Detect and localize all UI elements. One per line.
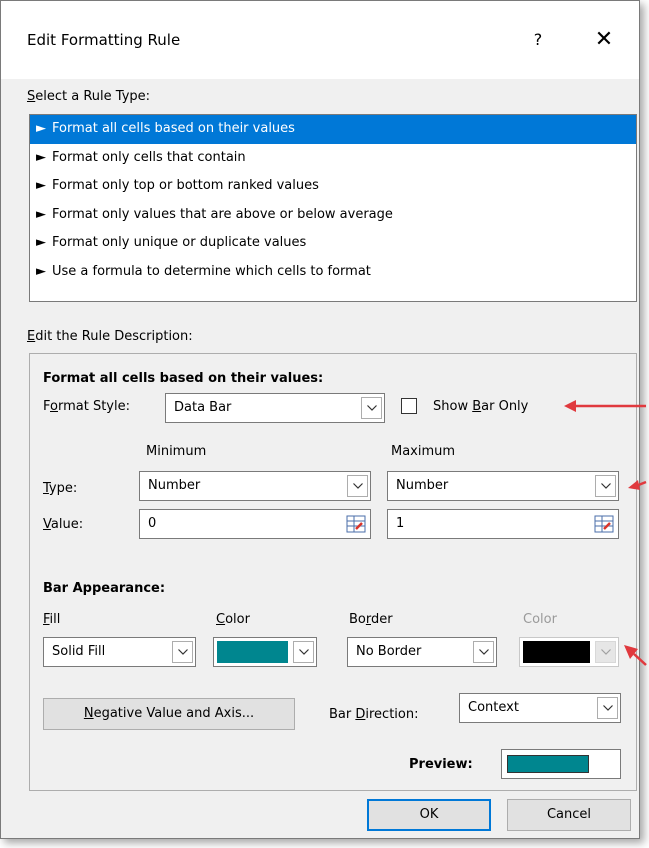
maximum-header: Maximum [391,444,456,459]
annotation-arrow-type [628,480,647,490]
fill-color-label: Color [216,612,250,627]
value-label: Value: [43,517,84,532]
show-bar-only-label[interactable]: Show Bar Only [433,399,528,414]
type-label: Type: [43,481,78,496]
border-type-select[interactable]: No Border [347,637,497,667]
rule-type-item[interactable]: ► Format only values that are above or be… [30,201,636,230]
rule-type-item[interactable]: ► Format only unique or duplicate values [30,229,636,258]
rule-type-item[interactable]: ► Use a formula to determine which cells … [30,258,636,287]
format-style-select[interactable]: Data Bar [165,393,385,423]
border-label: Border [349,612,393,627]
range-picker-icon[interactable] [346,515,366,533]
negative-value-and-axis-button[interactable]: Negative Value and Axis... [43,698,295,730]
select-rule-type-label: Select a Rule Type: [27,89,151,104]
rule-type-list[interactable]: ► Format all cells based on their values … [29,114,637,302]
close-button[interactable]: ✕ [587,23,621,57]
bar-direction-label: Bar Direction: [329,707,419,722]
chevron-down-icon[interactable] [473,641,494,663]
rule-type-item[interactable]: ► Format only cells that contain [30,144,636,173]
description-heading: Format all cells based on their values: [43,371,324,386]
show-bar-only-checkbox[interactable] [401,398,417,414]
fill-label: Fill [43,612,61,627]
fill-color-picker[interactable] [213,637,317,667]
fill-type-select[interactable]: Solid Fill [43,637,196,667]
title-bar: Edit Formatting Rule ? ✕ [1,1,639,79]
ok-button[interactable]: OK [367,799,491,831]
cancel-button[interactable]: Cancel [507,799,631,831]
format-style-label: Format Style: [43,399,130,414]
chevron-down-icon[interactable] [293,641,314,663]
minimum-value-input[interactable]: 0 [139,509,371,539]
minimum-header: Minimum [146,444,207,459]
rule-type-item[interactable]: ► Format all cells based on their values [30,115,636,144]
arrow-bullet-icon: ► [36,178,46,193]
edit-formatting-rule-dialog: Edit Formatting Rule ? ✕ Select a Rule T… [0,0,640,839]
chevron-down-icon[interactable] [347,475,368,497]
annotation-arrows [564,400,647,666]
annotation-arrow-border-color [624,645,647,666]
arrow-bullet-icon: ► [36,149,46,165]
edit-rule-description-label: Edit the Rule Description: [27,329,193,344]
arrow-bullet-icon: ► [36,263,46,279]
annotation-arrow-show-bar-only [564,400,646,412]
bar-appearance-heading: Bar Appearance: [43,581,166,596]
help-button[interactable]: ? [523,25,553,55]
dialog-title: Edit Formatting Rule [27,31,181,49]
arrow-bullet-icon: ► [36,206,46,222]
rule-type-item[interactable]: ► Format only top or bottom ranked values [30,172,636,201]
minimum-type-select[interactable]: Number [139,471,371,501]
arrow-bullet-icon: ► [36,121,46,136]
border-color-label: Color [523,612,557,627]
fill-color-swatch [217,641,288,663]
arrow-bullet-icon: ► [36,235,46,250]
preview-label: Preview: [409,757,473,772]
chevron-down-icon[interactable] [361,397,382,419]
chevron-down-icon[interactable] [172,641,193,663]
